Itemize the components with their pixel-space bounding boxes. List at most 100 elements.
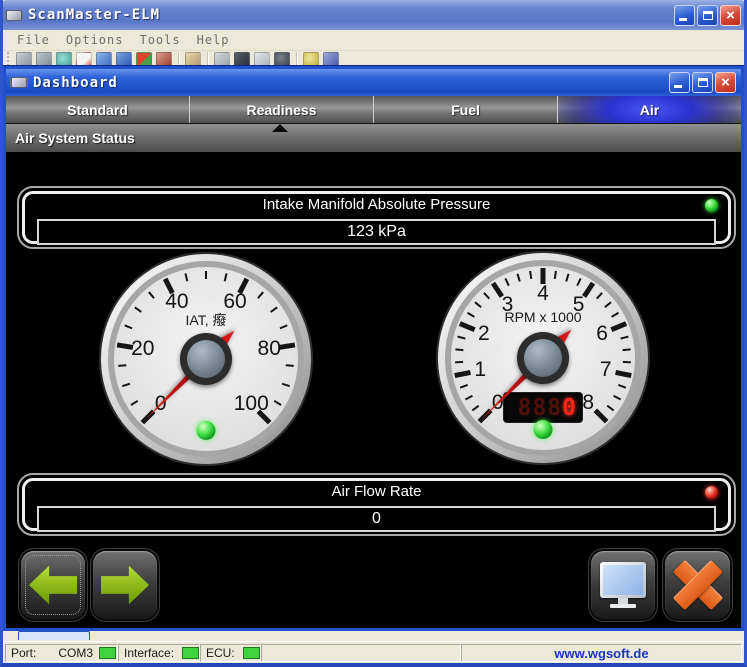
statusbar: Port: COM3 Interface: ECU: www.wgsoft.de [3, 641, 744, 663]
iat-caption: IAT, 癈 [186, 310, 227, 330]
iat-led [197, 421, 216, 440]
tab-standard[interactable]: Standard [6, 96, 189, 123]
tab-fuel[interactable]: Fuel [373, 96, 557, 123]
dashboard-chip-icon [11, 77, 27, 88]
connect-icon[interactable] [16, 52, 32, 66]
rpm-tick [455, 361, 463, 363]
mdi-area [3, 631, 744, 641]
toolbar-separator [296, 52, 297, 66]
rpm-label-8: 8 [582, 391, 594, 415]
screen-icon[interactable] [214, 52, 230, 66]
rpm-label-4: 4 [537, 282, 549, 306]
dashboard-maximize-button[interactable] [692, 72, 713, 93]
monitor-icon [600, 562, 646, 608]
dashboard-close-button[interactable]: × [715, 72, 736, 93]
imap-value: 123 kPa [37, 219, 716, 245]
rpm-tick [623, 361, 631, 363]
dashboard-titlebar[interactable]: Dashboard × [6, 69, 741, 96]
dashboard-title: Dashboard [33, 75, 118, 91]
chart-grid-icon[interactable] [136, 52, 152, 66]
iat-label-100: 100 [234, 392, 269, 416]
toolbar-separator [178, 52, 179, 66]
app-window: ScanMaster-ELM × File Options Tools Help… [0, 0, 747, 667]
back-button[interactable] [21, 551, 85, 619]
dashboard-window: Dashboard × Standard Readiness Fuel Air … [3, 66, 744, 631]
tab-readiness[interactable]: Readiness [189, 96, 373, 123]
imap-panel-title: Intake Manifold Absolute Pressure [25, 196, 728, 213]
rpm-label-2: 2 [478, 322, 490, 346]
trash-icon[interactable] [36, 52, 52, 66]
close-dashboard-button[interactable] [665, 551, 730, 619]
toolbar-grip[interactable] [7, 52, 10, 66]
rpm-label-6: 6 [596, 322, 608, 346]
menu-options[interactable]: Options [58, 31, 132, 49]
interface-label: Interface: [124, 646, 174, 660]
rpm-lcd-display: 8880 [504, 393, 582, 422]
section-title: Air System Status [6, 124, 741, 152]
airflow-panel: Air Flow Rate 0 [17, 473, 736, 536]
rpm-led [534, 420, 553, 439]
menu-tools[interactable]: Tools [131, 31, 188, 49]
help-book-icon[interactable] [323, 52, 339, 66]
iat-gauge: 020406080100IAT, 癈 [101, 254, 311, 464]
minimize-icon [674, 85, 682, 88]
x-icon [673, 560, 723, 610]
dashboard-minimize-button[interactable] [669, 72, 690, 93]
minimize-icon [679, 18, 687, 21]
iat-label-80: 80 [258, 337, 281, 361]
port-value: COM3 [58, 646, 93, 660]
airflow-panel-title: Air Flow Rate [25, 483, 728, 500]
iat-label-20: 20 [131, 337, 154, 361]
airflow-value: 0 [37, 506, 716, 532]
toolbar-separator [207, 52, 208, 66]
readiness-pointer-icon [272, 124, 288, 132]
menu-help[interactable]: Help [189, 31, 238, 49]
airflow-status-led [705, 486, 718, 499]
iat-hub [180, 333, 232, 385]
app-chip-icon [6, 10, 22, 21]
wgsoft-link[interactable]: www.wgsoft.de [462, 646, 741, 661]
user-icon[interactable] [156, 52, 172, 66]
arrow-left-icon [29, 564, 77, 606]
tabbar: Standard Readiness Fuel Air [6, 96, 741, 124]
imap-panel: Intake Manifold Absolute Pressure 123 kP… [17, 186, 736, 249]
arrow-right-icon [101, 564, 149, 606]
menu-file[interactable]: File [9, 31, 58, 49]
monitor-icon[interactable] [96, 52, 112, 66]
interface-indicator [182, 647, 199, 659]
port-label: Port: [11, 646, 36, 660]
battery-icon[interactable] [254, 52, 270, 66]
port-indicator [99, 647, 116, 659]
maximize-icon [698, 78, 708, 87]
clipboard-icon[interactable] [185, 52, 201, 66]
document-icon[interactable] [76, 52, 92, 66]
display-icon[interactable] [116, 52, 132, 66]
monitor-button[interactable] [591, 551, 655, 619]
ecu-indicator [243, 647, 260, 659]
maximize-button[interactable] [697, 5, 718, 26]
rpm-caption: RPM x 1000 [504, 309, 581, 325]
minimize-button[interactable] [674, 5, 695, 26]
imap-status-led [705, 199, 718, 212]
forward-button[interactable] [93, 551, 157, 619]
terminal-icon[interactable] [234, 52, 250, 66]
rpm-gauge: 012345678RPM x 10008880 [438, 253, 648, 463]
close-icon: × [716, 73, 735, 92]
close-icon: × [721, 6, 740, 25]
toolbar [3, 52, 744, 66]
minimized-window-stub[interactable] [18, 631, 90, 640]
info-icon[interactable] [303, 52, 319, 66]
globe-icon[interactable] [56, 52, 72, 66]
maximize-icon [703, 11, 713, 20]
menubar: File Options Tools Help [3, 30, 744, 51]
rpm-label-1: 1 [474, 358, 486, 382]
close-button[interactable]: × [720, 5, 741, 26]
main-titlebar[interactable]: ScanMaster-ELM × [0, 0, 747, 30]
statusbar-spacer [261, 644, 461, 662]
network-icon[interactable] [274, 52, 290, 66]
rpm-label-7: 7 [600, 358, 612, 382]
rpm-hub [517, 332, 569, 384]
iat-label-60: 60 [223, 290, 246, 314]
tab-air[interactable]: Air [557, 96, 741, 123]
app-title: ScanMaster-ELM [28, 7, 160, 23]
